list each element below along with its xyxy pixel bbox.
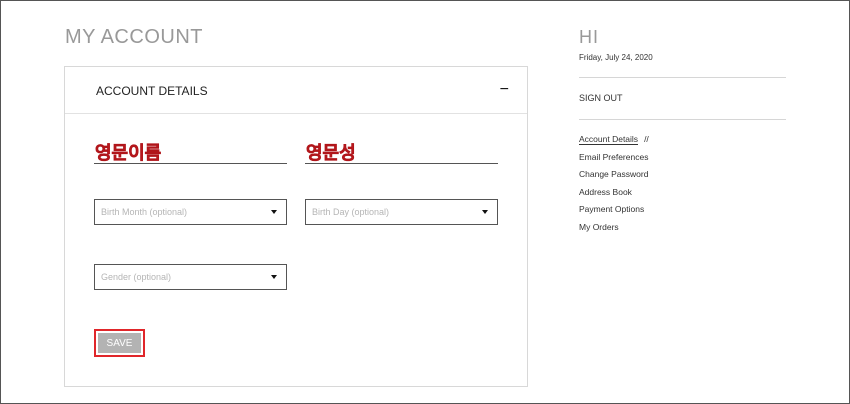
- caret-down-icon: [482, 210, 488, 214]
- minus-icon[interactable]: −: [500, 82, 509, 98]
- divider: [579, 77, 786, 78]
- current-date: Friday, July 24, 2020: [579, 53, 653, 62]
- birth-month-select[interactable]: Birth Month (optional): [94, 199, 287, 225]
- active-separator: //: [644, 134, 649, 144]
- nav-item-label: Email Preferences: [579, 151, 649, 162]
- nav-item-label: Account Details: [579, 134, 639, 145]
- nav-item-label: Payment Options: [579, 204, 645, 215]
- greeting: HI: [579, 27, 599, 47]
- birth-day-select[interactable]: Birth Day (optional): [305, 199, 498, 225]
- account-nav: Account Details // Email Preferences Chan…: [579, 134, 649, 240]
- nav-item-address-book[interactable]: Address Book: [579, 187, 649, 205]
- birth-month-placeholder: Birth Month (optional): [101, 207, 188, 217]
- account-details-panel: ACCOUNT DETAILS − 영문이름 영문성 Birth Month (…: [64, 66, 528, 387]
- nav-item-account-details[interactable]: Account Details //: [579, 134, 649, 152]
- first-name-field[interactable]: 영문이름: [94, 137, 287, 164]
- gender-select[interactable]: Gender (optional): [94, 264, 287, 290]
- first-name-value: 영문이름: [95, 143, 162, 164]
- nav-item-label: My Orders: [579, 221, 619, 232]
- page-title: MY ACCOUNT: [65, 26, 203, 48]
- gender-placeholder: Gender (optional): [101, 272, 172, 282]
- nav-item-label: Address Book: [579, 186, 632, 197]
- last-name-value: 영문성: [306, 143, 356, 164]
- panel-header[interactable]: ACCOUNT DETAILS −: [65, 67, 527, 114]
- nav-item-email-preferences[interactable]: Email Preferences: [579, 152, 649, 170]
- nav-item-payment-options[interactable]: Payment Options: [579, 204, 649, 222]
- sign-out-link[interactable]: SIGN OUT: [579, 93, 623, 103]
- caret-down-icon: [271, 275, 277, 279]
- nav-item-label: Change Password: [579, 169, 649, 180]
- birth-day-placeholder: Birth Day (optional): [312, 207, 390, 217]
- save-button[interactable]: SAVE: [98, 333, 141, 353]
- last-name-field[interactable]: 영문성: [305, 137, 498, 164]
- divider: [579, 119, 786, 120]
- save-button-highlight: SAVE: [94, 329, 145, 357]
- caret-down-icon: [271, 210, 277, 214]
- panel-title: ACCOUNT DETAILS: [96, 84, 208, 98]
- nav-item-my-orders[interactable]: My Orders: [579, 222, 649, 240]
- nav-item-change-password[interactable]: Change Password: [579, 169, 649, 187]
